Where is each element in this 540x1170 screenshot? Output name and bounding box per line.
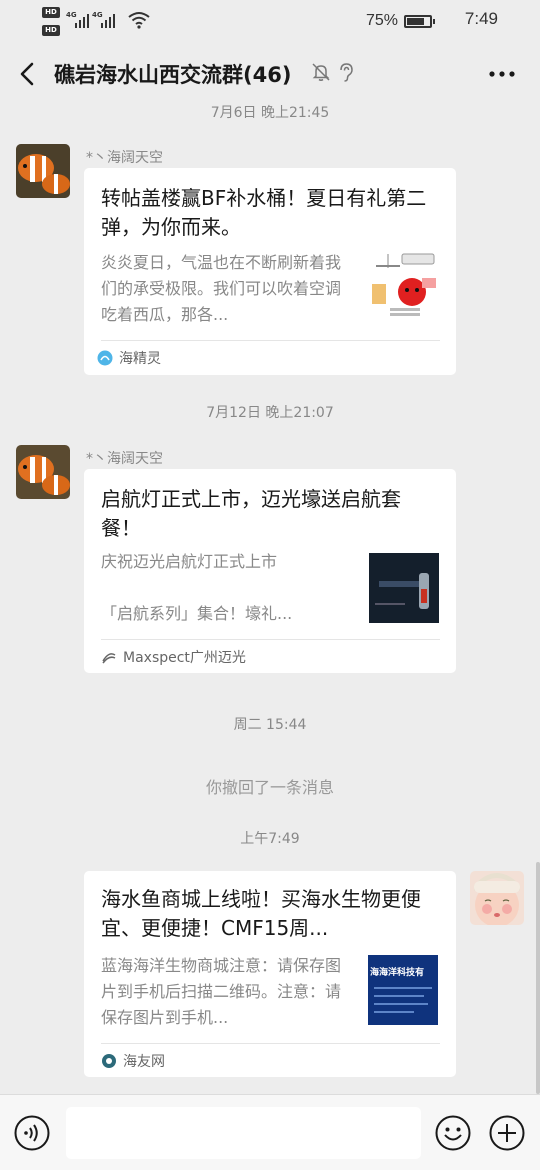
thumb-text: 海海洋科技有 xyxy=(370,966,424,978)
card-description: 炎炎夏日，气温也在不断刷新着我们的承受极限。我们可以吹着空调吃着西瓜，那各... xyxy=(101,253,342,324)
sender-name: *丶海阔天空 xyxy=(86,451,163,467)
voice-icon[interactable] xyxy=(14,1115,50,1151)
wifi-icon xyxy=(128,12,150,29)
card-source: 海友网 xyxy=(101,1051,165,1071)
card-description: 蓝海海洋生物商城注意：请保存图片到手机后扫描二维码。注意：请保存图片到手机... xyxy=(101,956,342,1027)
card-thumbnail xyxy=(369,553,439,623)
timestamp: 上午7:49 xyxy=(240,831,300,847)
divider xyxy=(101,639,440,640)
card-source: 海精灵 xyxy=(97,348,161,368)
emoji-icon[interactable] xyxy=(435,1115,471,1151)
scrollbar[interactable] xyxy=(536,862,540,1094)
signal-indicators: HD HD 4G 4G xyxy=(42,5,162,39)
battery-percent: 75% xyxy=(365,12,398,29)
clock: 7:49 xyxy=(464,9,498,28)
card-title: 海水鱼商城上线啦！买海水生物更便宜、更便捷！CMF15周... xyxy=(101,887,421,940)
link-card[interactable]: 海水鱼商城上线啦！买海水生物更便宜、更便捷！CMF15周... 蓝海海洋生物商城… xyxy=(84,871,456,1077)
status-bar: HD HD 4G 4G 75% 7:49 xyxy=(0,0,540,44)
avatar[interactable] xyxy=(16,445,70,499)
source-logo-icon xyxy=(97,350,113,366)
back-icon[interactable] xyxy=(14,58,44,90)
page-title: 礁岩海水山西交流群(46) xyxy=(54,63,292,87)
link-card[interactable]: 启航灯正式上市，迈光壕送启航套餐！ 庆祝迈光启航灯正式上市 「启航系列」集合！壕… xyxy=(84,469,456,673)
timestamp: 7月6日 晚上21:45 xyxy=(210,105,330,121)
card-title: 启航灯正式上市，迈光壕送启航套餐！ xyxy=(101,487,401,540)
link-card[interactable]: 转帖盖楼赢BF补水桶！夏日有礼第二弹，为你而来。 炎炎夏日，气温也在不断刷新着我… xyxy=(84,168,456,375)
source-logo-icon xyxy=(102,653,116,664)
hd-badge: HD xyxy=(42,25,60,36)
recall-notice: 你撤回了一条消息 xyxy=(205,778,334,797)
my-avatar[interactable] xyxy=(470,871,524,925)
avatar[interactable] xyxy=(16,144,70,198)
battery-group: 75% xyxy=(365,10,435,32)
source-name: 海精灵 xyxy=(119,351,161,367)
earpiece-icon xyxy=(340,63,353,82)
source-name: Maxspect广州迈光 xyxy=(123,650,246,666)
plus-icon[interactable] xyxy=(489,1115,525,1151)
card-thumbnail: 海海洋科技有 xyxy=(368,955,438,1025)
divider xyxy=(101,1043,440,1044)
card-source: Maxspect广州迈光 xyxy=(101,647,246,667)
source-logo-icon xyxy=(102,1054,116,1068)
battery-icon xyxy=(404,14,435,28)
chat-header: 礁岩海水山西交流群(46) xyxy=(0,44,540,104)
mute-bell-icon xyxy=(312,63,330,81)
divider xyxy=(101,340,440,341)
message-input[interactable] xyxy=(66,1107,421,1159)
input-bar xyxy=(0,1094,540,1170)
sender-name: *丶海阔天空 xyxy=(86,150,163,166)
more-icon[interactable] xyxy=(488,70,516,78)
timestamp: 7月12日 晚上21:07 xyxy=(206,405,334,421)
timestamp: 周二 15:44 xyxy=(233,717,307,733)
source-name: 海友网 xyxy=(123,1054,165,1070)
hd-badge: HD xyxy=(42,7,60,18)
card-description: 庆祝迈光启航灯正式上市 「启航系列」集合！壕礼... xyxy=(101,552,293,623)
card-title: 转帖盖楼赢BF补水桶！夏日有礼第二弹，为你而来。 xyxy=(101,186,427,239)
card-thumbnail xyxy=(368,250,438,320)
